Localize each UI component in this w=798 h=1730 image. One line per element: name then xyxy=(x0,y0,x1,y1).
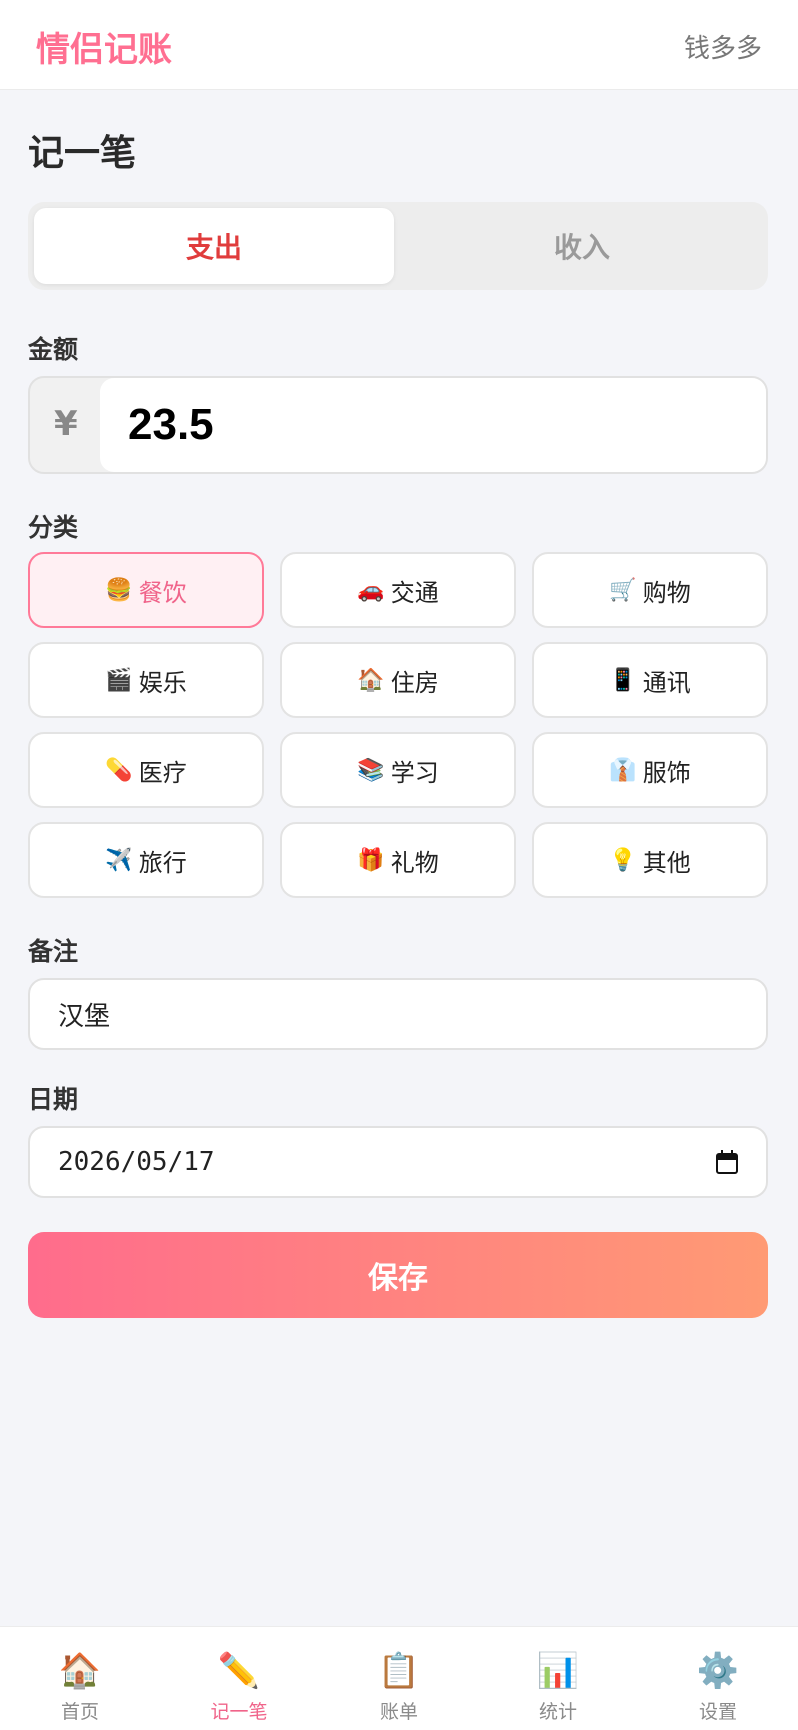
bulb-icon: 💡 xyxy=(609,847,637,873)
category-clothing[interactable]: 👔 服饰 xyxy=(532,732,768,808)
note-label: 备注 xyxy=(28,937,79,966)
date-value: 2026/05/17 xyxy=(58,1147,215,1177)
nav-label: 设置 xyxy=(698,1701,737,1723)
nav-label: 记一笔 xyxy=(210,1701,268,1723)
user-name[interactable]: 钱多多 xyxy=(684,28,762,65)
category-transport[interactable]: 🚗 交通 xyxy=(280,552,516,628)
chart-icon: 📊 xyxy=(536,1651,580,1691)
category-label-text: 交通 xyxy=(390,578,439,607)
cart-icon: 🛒 xyxy=(609,577,637,603)
category-shopping[interactable]: 🛒 购物 xyxy=(532,552,768,628)
date-input[interactable]: 2026/05/17 xyxy=(28,1126,768,1198)
top-bar: 情侣记账 钱多多 xyxy=(0,0,798,90)
category-label-text: 学习 xyxy=(390,758,439,787)
tab-income[interactable]: 收入 xyxy=(402,208,762,284)
nav-label: 首页 xyxy=(60,1701,99,1723)
tab-expense[interactable]: 支出 xyxy=(34,208,394,284)
books-icon: 📚 xyxy=(357,757,385,783)
nav-label: 统计 xyxy=(538,1701,577,1723)
type-toggle: 支出 收入 xyxy=(28,202,768,290)
save-button[interactable]: 保存 xyxy=(28,1232,768,1318)
category-label-text: 礼物 xyxy=(390,848,439,877)
phone-icon: 📱 xyxy=(609,667,637,693)
pencil-icon: ✏️ xyxy=(217,1651,261,1691)
clapper-icon: 🎬 xyxy=(105,667,133,693)
pill-icon: 💊 xyxy=(105,757,133,783)
category-gift[interactable]: 🎁 礼物 xyxy=(280,822,516,898)
burger-icon: 🍔 xyxy=(105,577,133,603)
category-medical[interactable]: 💊 医疗 xyxy=(28,732,264,808)
category-label-text: 餐饮 xyxy=(138,578,187,607)
bottom-nav: 🏠 首页 ✏️ 记一笔 📋 账单 📊 统计 ⚙️ 设置 xyxy=(0,1626,798,1730)
app-title: 情侣记账 xyxy=(36,30,172,70)
shirt-icon: 👔 xyxy=(609,757,637,783)
nav-bills[interactable]: 📋 账单 xyxy=(319,1627,479,1730)
nav-settings[interactable]: ⚙️ 设置 xyxy=(638,1627,798,1730)
home-icon: 🏠 xyxy=(58,1651,102,1691)
category-travel[interactable]: ✈️ 旅行 xyxy=(28,822,264,898)
nav-record[interactable]: ✏️ 记一笔 xyxy=(159,1627,319,1730)
gift-icon: 🎁 xyxy=(357,847,385,873)
category-other[interactable]: 💡 其他 xyxy=(532,822,768,898)
page-title: 记一笔 xyxy=(28,133,137,174)
category-housing[interactable]: 🏠 住房 xyxy=(280,642,516,718)
gear-icon: ⚙️ xyxy=(696,1651,740,1691)
nav-label: 账单 xyxy=(379,1701,418,1723)
category-dining[interactable]: 🍔 餐饮 xyxy=(28,552,264,628)
currency-symbol: ¥ xyxy=(54,404,78,444)
amount-input[interactable] xyxy=(100,378,766,472)
category-label-text: 购物 xyxy=(642,578,691,607)
category-study[interactable]: 📚 学习 xyxy=(280,732,516,808)
clipboard-icon: 📋 xyxy=(377,1651,421,1691)
category-label-text: 娱乐 xyxy=(138,668,187,697)
note-input[interactable]: 汉堡 xyxy=(28,978,768,1050)
house-icon: 🏠 xyxy=(357,667,385,693)
amount-label: 金额 xyxy=(28,335,79,364)
nav-home[interactable]: 🏠 首页 xyxy=(0,1627,160,1730)
category-label: 分类 xyxy=(28,513,79,542)
category-label-text: 旅行 xyxy=(138,848,187,877)
category-entertainment[interactable]: 🎬 娱乐 xyxy=(28,642,264,718)
amount-field: ¥ xyxy=(28,376,768,474)
airplane-icon: ✈️ xyxy=(105,847,133,873)
car-icon: 🚗 xyxy=(357,577,385,603)
category-label-text: 服饰 xyxy=(642,758,691,787)
date-label: 日期 xyxy=(28,1085,79,1114)
nav-stats[interactable]: 📊 统计 xyxy=(478,1627,638,1730)
category-telecom[interactable]: 📱 通讯 xyxy=(532,642,768,718)
category-label-text: 其他 xyxy=(642,848,691,877)
category-label-text: 住房 xyxy=(390,668,439,697)
category-label-text: 通讯 xyxy=(642,668,691,697)
category-label-text: 医疗 xyxy=(138,758,187,787)
calendar-icon[interactable] xyxy=(716,1150,738,1174)
